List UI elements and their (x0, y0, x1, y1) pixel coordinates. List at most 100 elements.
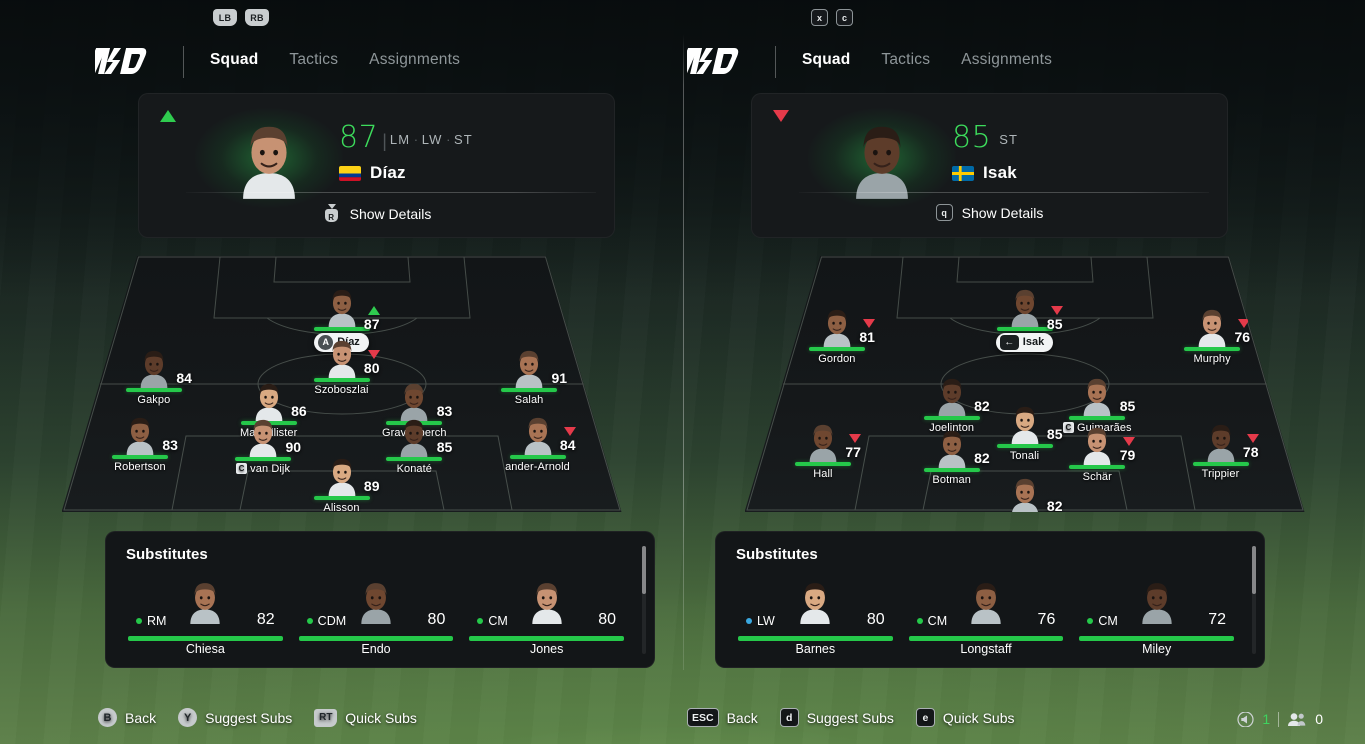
action-suggest-subs[interactable]: d Suggest Subs (779, 708, 894, 727)
card-divider (186, 192, 596, 193)
key-q[interactable]: q (935, 204, 953, 221)
show-details-action[interactable]: q Show Details (752, 204, 1227, 221)
player-name: Salah (514, 394, 544, 407)
player-name: Trippier (1201, 468, 1240, 481)
player-face (361, 583, 391, 624)
substitute-rating: 80 (866, 611, 885, 628)
pitch-player[interactable]: 81 Gordon (791, 307, 883, 365)
player-face (328, 340, 355, 378)
substitute-item[interactable]: LW 80 Barnes (730, 580, 901, 658)
pitch-player[interactable]: 89 Alisson (296, 456, 388, 512)
status-indicators: 1 0 (1237, 711, 1323, 727)
player-name: Díaz (370, 163, 406, 182)
trend-up-icon (160, 110, 176, 122)
substitute-item[interactable]: CDM 80 Endo (291, 580, 462, 658)
tab-squad[interactable]: Squad (802, 51, 850, 69)
tab-assignments[interactable]: Assignments (369, 51, 460, 69)
player-face (255, 384, 283, 422)
substitute-rating: 80 (598, 611, 617, 628)
fitness-bar (509, 454, 566, 459)
header-separator (775, 46, 776, 78)
substitute-item[interactable]: CM 76 Longstaff (901, 580, 1072, 658)
substitute-rating: 76 (1037, 611, 1056, 628)
pitch-player[interactable]: 79 Schär (1051, 425, 1143, 483)
pitch-player[interactable]: 85 ← Isak (979, 287, 1071, 352)
people-icon (1288, 712, 1306, 726)
speaker-icon (1237, 711, 1255, 727)
player-name: Botman (932, 473, 971, 486)
player-face-thumb (322, 287, 362, 327)
pitch[interactable]: 87 A Díaz 80 Szoboszlai 84 Gakpo 91 Salah 86 Mac A… (61, 256, 622, 512)
substitute-face-thumb (965, 580, 1007, 624)
player-name: Tonali (1009, 450, 1040, 463)
substitute-item[interactable]: CM 72 Miley (1071, 580, 1242, 658)
trend-down-icon (773, 110, 789, 122)
selected-player-card[interactable]: 85 ST Isak q Show Details (751, 93, 1228, 238)
pitch-container: 85 ← Isak 81 Gordon 76 Murphy 82 Joelinton 85 C Gui… (683, 256, 1365, 516)
fitness-bar (1069, 464, 1126, 469)
action-back[interactable]: ESC Back (687, 708, 758, 727)
pitch-player[interactable]: 84 Gakpo (108, 348, 200, 406)
pitch-player[interactable]: 84 ander-Arnold (492, 415, 584, 473)
substitute-item[interactable]: CM 80 Jones (461, 580, 632, 658)
player-face-thumb (134, 348, 174, 389)
position-dot: · (442, 132, 455, 147)
card-divider (799, 192, 1209, 193)
substitutes-scrollbar[interactable] (642, 546, 646, 654)
player-face-thumb (243, 417, 283, 458)
pitch-player[interactable]: 82Pope (979, 476, 1071, 512)
substitute-position-row: CM (1087, 614, 1118, 628)
key-e[interactable]: e (915, 708, 935, 727)
key-x[interactable]: x (811, 9, 828, 26)
show-details-action[interactable]: R Show Details (139, 204, 614, 223)
key-esc[interactable]: ESC (687, 708, 719, 727)
action-label: Suggest Subs (205, 709, 293, 726)
player-face (856, 126, 908, 199)
substitute-position: CM (1098, 614, 1118, 628)
key-c[interactable]: c (836, 9, 853, 26)
gamepad-button-rb[interactable]: RB (245, 9, 269, 26)
substitutes-scrollbar[interactable] (1252, 546, 1256, 654)
pitch-player[interactable]: 77 Hall (777, 422, 869, 480)
tab-assignments[interactable]: Assignments (961, 51, 1052, 69)
pitch-player[interactable]: 78 Trippier (1175, 422, 1267, 480)
tab-tactics[interactable]: Tactics (881, 51, 930, 69)
player-portrait (195, 100, 343, 215)
tab-switch-hints: xc (811, 9, 853, 26)
action-quick-subs[interactable]: e Quick Subs (915, 708, 1014, 727)
selected-player-pill[interactable]: ← Isak (995, 332, 1054, 352)
bottom-actions-left: B Back Y Suggest Subs RT Quick Subs (98, 708, 417, 727)
substitute-position-row: CM (916, 614, 947, 628)
trend-down-icon (848, 434, 861, 444)
pitch-player[interactable]: 76 Murphy (1166, 307, 1258, 365)
fitness-bar (111, 454, 168, 459)
captain-badge-icon: C (236, 463, 248, 475)
gamepad-button-b[interactable]: B (98, 708, 117, 727)
substitute-name: Endo (361, 642, 391, 656)
bottom-action-bar: B Back Y Suggest Subs RT Quick Subs ESC Back d S… (0, 690, 1365, 744)
player-face-thumb (817, 307, 857, 348)
player-face (400, 420, 428, 458)
pitch-player[interactable]: 83 Robertson (94, 415, 186, 473)
player-face (809, 425, 837, 463)
pitch[interactable]: 85 ← Isak 81 Gordon 76 Murphy 82 Joelinton 85 C Gui… (744, 256, 1305, 512)
player-name-row: Robertson (94, 461, 186, 473)
action-quick-subs[interactable]: RT Quick Subs (314, 708, 417, 727)
tab-squad[interactable]: Squad (210, 51, 258, 69)
pitch-player[interactable]: 91 Salah (483, 348, 575, 406)
selected-player-card[interactable]: 87 | LM · LW · ST Díaz R Show Details (138, 93, 615, 238)
gamepad-button-lb[interactable]: LB (213, 9, 237, 26)
position-status-dot (136, 618, 142, 624)
action-back[interactable]: B Back (98, 708, 156, 727)
gamepad-trigger-rt[interactable]: RT (314, 708, 338, 727)
tab-tactics[interactable]: Tactics (289, 51, 338, 69)
player-face (971, 583, 1001, 624)
substitute-position-row: LW (746, 614, 775, 628)
tab-switch-hints: LB RB (213, 9, 269, 26)
position-status-dot (477, 618, 484, 624)
substitute-item[interactable]: RM 82 Chiesa (120, 580, 291, 658)
action-suggest-subs[interactable]: Y Suggest Subs (178, 708, 292, 727)
gamepad-button-y[interactable]: Y (178, 708, 198, 727)
substitute-face-thumb (526, 580, 568, 624)
key-d[interactable]: d (779, 708, 799, 727)
